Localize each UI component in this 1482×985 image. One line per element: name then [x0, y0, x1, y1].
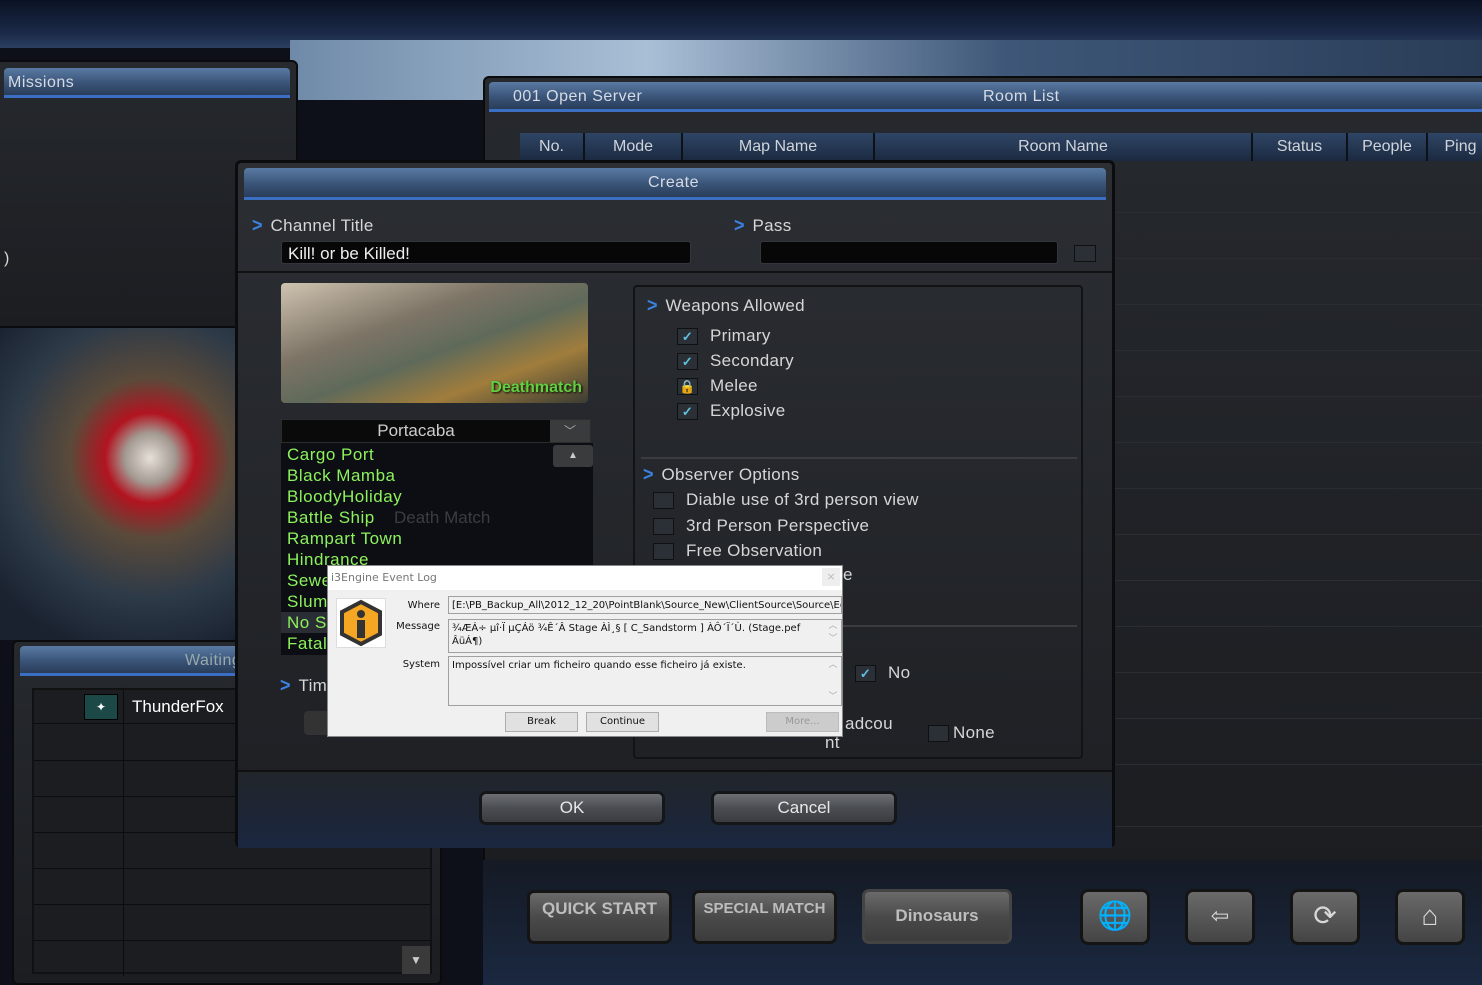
message-field[interactable]: ¾ÆÁ÷ µî·Ï µÇÁö ¾Ê´Â Stage ÀÌ¸§ [ C_Sands… [448, 619, 842, 653]
col-map-name[interactable]: Map Name [683, 133, 875, 161]
dinosaurs-button[interactable]: Dinosaurs [862, 889, 1012, 944]
more-button: More... [766, 712, 839, 732]
map-preview: Deathmatch [281, 283, 588, 403]
system-field[interactable]: Impossível criar um ficheiro quando esse… [448, 656, 842, 706]
checkbox[interactable] [653, 543, 674, 561]
map-item[interactable]: Cargo Port [287, 444, 581, 465]
map-item[interactable]: Rampart Town [287, 528, 581, 549]
dialog-footer [238, 770, 1112, 848]
enter-room-icon[interactable]: ⇦ [1185, 889, 1255, 945]
close-button[interactable]: × [822, 568, 840, 586]
weapon-melee: 🔒 Melee [677, 373, 794, 398]
where-field[interactable]: [E:\PB_Backup_All\2012_12_20\PointBlank\… [448, 596, 842, 614]
scrollbar[interactable]: ︿ ﹀ [825, 657, 841, 705]
cancel-button[interactable]: Cancel [711, 791, 897, 825]
weapon-secondary[interactable]: ✓ Secondary [677, 348, 794, 373]
time-label: Tim [298, 676, 328, 695]
create-dialog: Create > Channel Title Kill! or be Killed… [235, 160, 1115, 848]
window-title: i3Engine Event Log [331, 571, 437, 584]
observer-partial: e [843, 565, 853, 584]
create-title: Create [648, 174, 700, 191]
title-bar: i3Engine Event Log × [328, 566, 842, 590]
warning-icon [336, 598, 386, 648]
pass-label: Pass [752, 216, 792, 235]
create-room-icon[interactable]: ⌂ [1395, 889, 1465, 945]
channel-title-label: Channel Title [270, 216, 374, 235]
server-name: 001 Open Server [513, 88, 643, 105]
map-item[interactable]: Black Mamba [287, 465, 581, 486]
ok-button[interactable]: OK [479, 791, 665, 825]
col-no[interactable]: No. [520, 133, 585, 161]
continue-button[interactable]: Continue [586, 712, 659, 732]
observer-title: Observer Options [661, 465, 800, 484]
lock-icon: 🔒 [677, 378, 698, 396]
check-icon[interactable]: ✓ [855, 665, 876, 683]
chevron-right-icon: > [643, 462, 654, 485]
col-room-name[interactable]: Room Name [875, 133, 1253, 161]
special-match-button[interactable]: SPECIAL MATCH [692, 890, 837, 944]
channel-title-input[interactable]: Kill! or be Killed! [281, 241, 691, 264]
break-button[interactable]: Break [505, 712, 578, 732]
player-name: ThunderFox [132, 697, 224, 716]
message-label: Message [396, 621, 440, 632]
scrollbar[interactable]: ︿ ﹀ [825, 620, 841, 652]
check-icon[interactable]: ✓ [677, 403, 698, 421]
missions-title: Missions [8, 74, 75, 91]
chevron-right-icon: > [252, 213, 263, 236]
map-select-value: Portacaba [377, 421, 455, 440]
option-none[interactable]: None [928, 723, 995, 743]
col-ping[interactable]: Ping [1428, 133, 1482, 161]
globe-refresh-icon[interactable]: 🌐 [1080, 889, 1150, 945]
checkbox[interactable] [928, 725, 949, 743]
check-icon[interactable]: ✓ [677, 353, 698, 371]
col-status[interactable]: Status [1253, 133, 1348, 161]
col-people[interactable]: People [1348, 133, 1428, 161]
observer-free[interactable]: Free Observation [653, 538, 919, 564]
map-item[interactable]: Battle Ship [287, 507, 581, 528]
weapon-primary[interactable]: ✓ Primary [677, 323, 794, 348]
character-image [0, 328, 236, 640]
system-label: System [402, 659, 440, 670]
col-mode[interactable]: Mode [585, 133, 683, 161]
weapon-explosive[interactable]: ✓ Explosive [677, 398, 794, 423]
weapons-title: Weapons Allowed [665, 296, 805, 315]
broadcount-label: adcou [845, 714, 893, 733]
room-list-title: Room List [983, 88, 1060, 105]
event-log-window: i3Engine Event Log × Where [E:\PB_Backup… [327, 565, 843, 737]
quick-start-button[interactable]: QUICK START [527, 890, 672, 944]
observer-3rd-person[interactable]: 3rd Person Perspective [653, 513, 919, 539]
map-preview-mode: Deathmatch [490, 379, 582, 396]
rank-icon: ✦ [84, 694, 118, 720]
pass-input[interactable] [760, 241, 1058, 264]
checkbox[interactable] [653, 517, 674, 535]
map-item[interactable]: BloodyHoliday [287, 486, 581, 507]
chevron-right-icon: > [734, 213, 745, 236]
check-icon[interactable]: ✓ [677, 328, 698, 346]
missions-fragment: ) [4, 250, 10, 267]
chevron-right-icon: > [280, 673, 291, 696]
observer-disable-3rd[interactable]: Diable use of 3rd person view [653, 487, 919, 513]
where-label: Where [407, 600, 440, 611]
checkbox[interactable] [653, 492, 674, 510]
scroll-down-button[interactable]: ▼ [402, 946, 430, 974]
pass-checkbox[interactable] [1074, 245, 1096, 262]
map-select[interactable]: Portacaba ﹀ [281, 419, 591, 443]
room-table-header: No. Mode Map Name Room Name Status Peopl… [520, 133, 1482, 163]
refresh-icon[interactable]: ⟳ [1290, 889, 1360, 945]
chevron-right-icon: > [647, 293, 658, 316]
chevron-down-icon[interactable]: ﹀ [550, 420, 590, 442]
option-no[interactable]: ✓ No [855, 663, 910, 683]
